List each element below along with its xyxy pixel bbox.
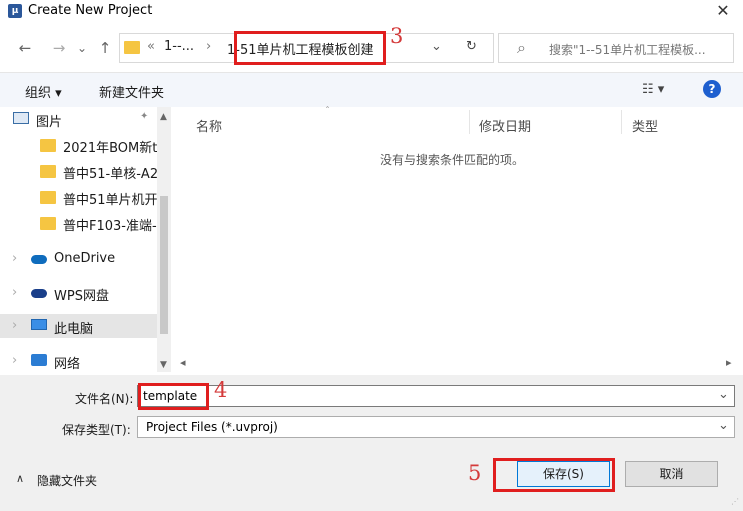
cancel-button[interactable]: 取消 (625, 461, 718, 487)
search-icon: ⌕ (517, 38, 526, 57)
expand-chevron-icon[interactable]: › (12, 353, 17, 368)
sidebar-item-folder[interactable]: 2021年BOM新ti (0, 133, 175, 157)
sidebar-item-network[interactable]: › 网络 (0, 349, 175, 373)
annotation-number-3: 3 (390, 24, 404, 48)
organize-button[interactable]: 组织 ▾ (25, 82, 62, 101)
empty-folder-message: 没有与搜索条件匹配的项。 (380, 153, 525, 167)
app-icon: μ (8, 4, 22, 18)
filetype-dropdown-icon[interactable]: ⌄ (718, 418, 729, 433)
scroll-down-icon[interactable]: ▼ (160, 360, 167, 370)
column-header-type[interactable]: 类型 (632, 116, 658, 135)
breadcrumb-overflow[interactable]: « (147, 39, 155, 54)
wps-cloud-icon (31, 289, 47, 298)
help-icon[interactable]: ? (703, 80, 721, 98)
folder-icon (40, 217, 56, 230)
column-header-name[interactable]: 名称 (196, 116, 222, 135)
scroll-left-icon[interactable]: ◂ (180, 356, 186, 369)
sidebar-item-label: WPS网盘 (54, 289, 109, 304)
folder-icon (40, 191, 56, 204)
search-placeholder: 搜索"1--51单片机工程模板... (549, 43, 706, 57)
sort-indicator-icon: ˆ (325, 106, 330, 117)
pin-icon: ✦ (140, 111, 149, 122)
folder-icon (124, 41, 140, 54)
sidebar-item-label: 此电脑 (54, 322, 94, 337)
sidebar-item-label: 图片 (36, 115, 63, 130)
file-list[interactable] (175, 107, 743, 372)
recent-locations-icon[interactable]: ⌄ (73, 39, 91, 57)
up-icon[interactable]: ↑ (96, 39, 114, 57)
sidebar-item-label: OneDrive (54, 251, 116, 266)
forward-icon[interactable]: → (50, 39, 68, 57)
breadcrumb-separator: › (206, 39, 212, 54)
sidebar-item-this-pc[interactable]: › 此电脑 (0, 314, 157, 338)
annotation-number-4: 4 (214, 378, 228, 402)
sidebar-scroll-thumb[interactable] (160, 196, 168, 334)
sidebar-item-onedrive[interactable]: › OneDrive (0, 247, 175, 271)
refresh-icon[interactable]: ↻ (466, 39, 477, 54)
hide-folders-button[interactable]: 隐藏文件夹 (37, 472, 97, 489)
sidebar-item-wps[interactable]: › WPS网盘 (0, 281, 175, 305)
close-icon[interactable]: ✕ (708, 0, 738, 22)
annotation-box-5 (493, 458, 615, 492)
horizontal-scrollbar[interactable] (175, 354, 743, 372)
view-options-icon[interactable]: ☷ ▾ (642, 82, 664, 97)
onedrive-cloud-icon (31, 255, 47, 264)
filename-label: 文件名(N): (75, 392, 134, 406)
collapse-chevron-icon[interactable]: ∧ (16, 472, 24, 485)
breadcrumb-item[interactable]: 1--... (164, 39, 194, 54)
sidebar-item-label: 2021年BOM新ti (63, 141, 157, 156)
new-folder-button[interactable]: 新建文件夹 (99, 82, 164, 101)
annotation-box-3 (234, 31, 386, 65)
sidebar-item-label: 普中51单片机开 (63, 193, 157, 208)
filetype-label: 保存类型(T): (62, 423, 131, 437)
scroll-right-icon[interactable]: ▸ (726, 356, 732, 369)
address-dropdown-icon[interactable]: ⌄ (431, 39, 442, 54)
expand-chevron-icon[interactable]: › (12, 318, 17, 333)
sidebar-item-folder[interactable]: 普中51单片机开 (0, 185, 175, 209)
expand-chevron-icon[interactable]: › (12, 285, 17, 300)
sidebar-item-pictures[interactable]: 图片 ✦ (0, 107, 175, 131)
folder-icon (40, 165, 56, 178)
filetype-value: Project Files (*.uvproj) (146, 420, 278, 434)
folder-icon (40, 139, 56, 152)
resize-grip-icon[interactable]: ⋰ (731, 497, 739, 506)
sidebar-item-label: 网络 (54, 357, 81, 372)
filename-dropdown-icon[interactable]: ⌄ (718, 387, 729, 402)
sidebar-item-label: 普中51-单核-A2 (63, 167, 157, 182)
network-icon (31, 354, 47, 366)
column-header-modified[interactable]: 修改日期 (479, 116, 531, 135)
expand-chevron-icon[interactable]: › (12, 251, 17, 266)
sidebar-item-folder[interactable]: 普中F103-准端- (0, 211, 175, 235)
column-divider[interactable] (621, 110, 622, 134)
sidebar-item-label: 普中F103-准端- (63, 219, 157, 234)
pictures-icon (13, 112, 29, 124)
window-title: Create New Project (28, 3, 153, 18)
back-icon[interactable]: ← (16, 39, 34, 57)
column-divider[interactable] (469, 110, 470, 134)
annotation-box-4 (138, 383, 209, 410)
computer-icon (31, 319, 47, 330)
scroll-up-icon[interactable]: ▲ (160, 112, 167, 122)
sidebar-item-folder[interactable]: 普中51-单核-A2 (0, 159, 175, 183)
annotation-number-5: 5 (468, 461, 482, 485)
